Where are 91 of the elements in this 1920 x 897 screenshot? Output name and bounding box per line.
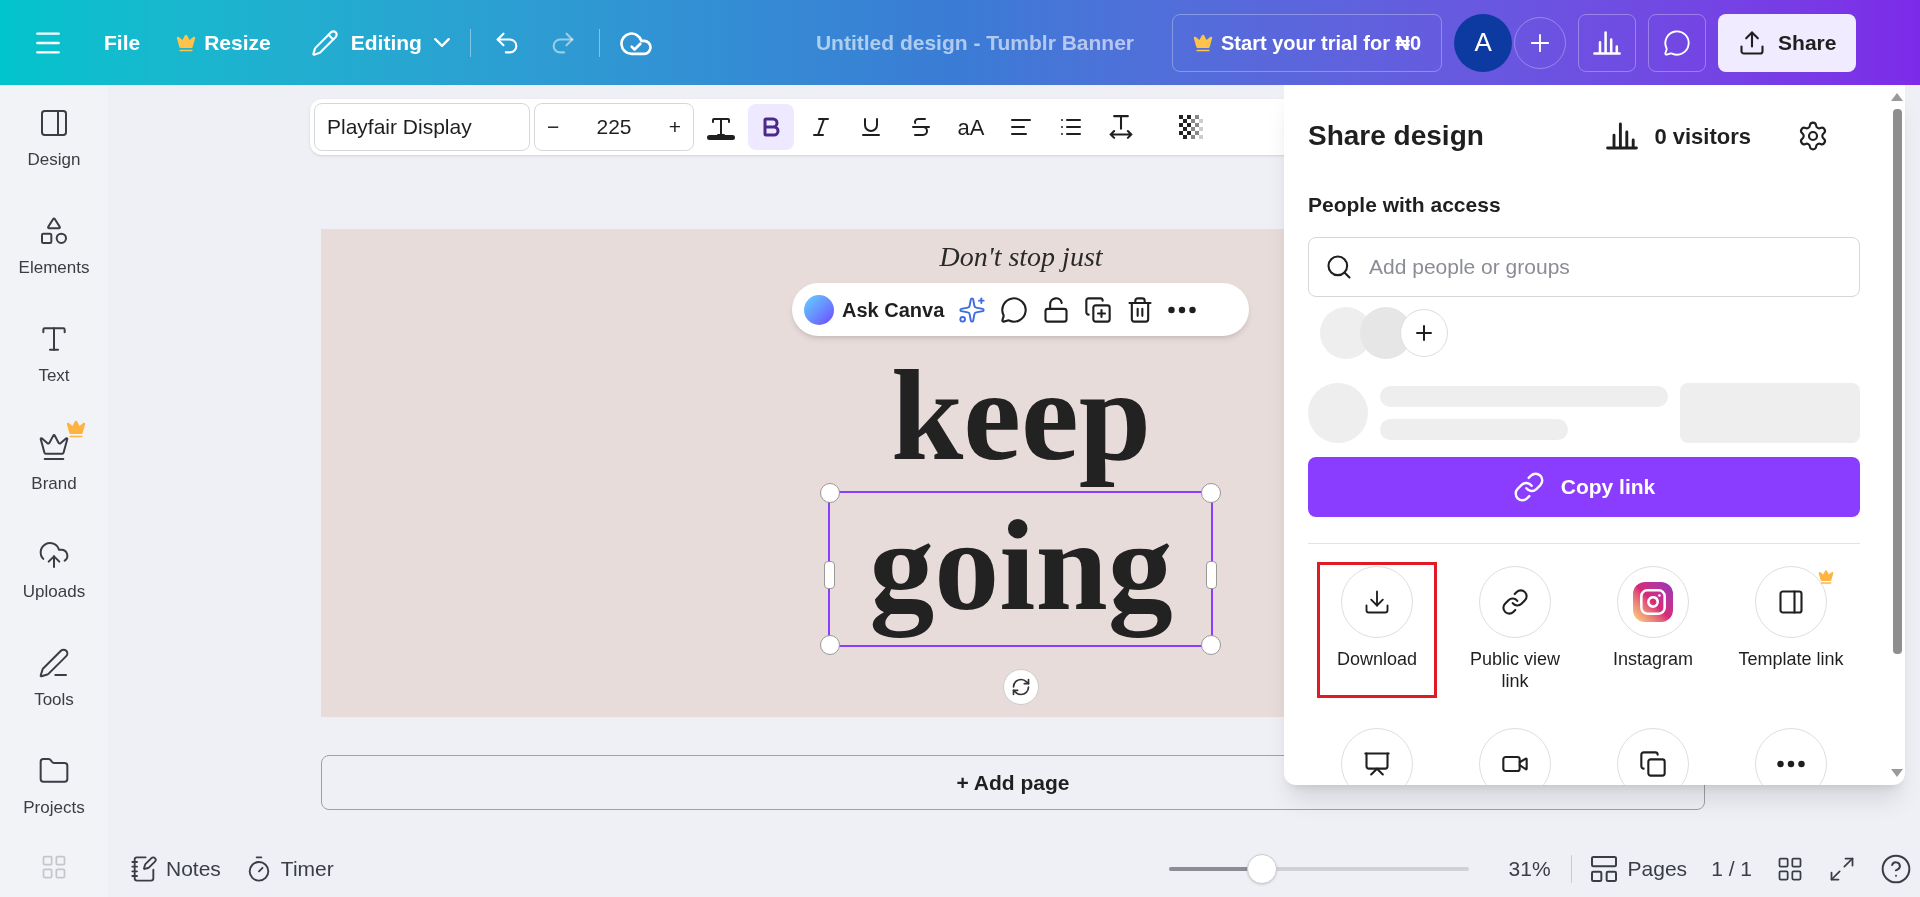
crown-icon: [176, 32, 197, 53]
decrease-size-button[interactable]: −: [547, 111, 560, 143]
link-icon: [1512, 470, 1545, 503]
grid-view-button[interactable]: [1776, 855, 1804, 883]
sidebar-item[interactable]: Projects: [0, 741, 108, 849]
share-option[interactable]: Instagram: [1593, 561, 1713, 698]
share-button[interactable]: Share: [1718, 13, 1857, 72]
speech-bubble-icon: [1000, 295, 1029, 324]
comment-add-button[interactable]: [1000, 295, 1029, 324]
add-person-button[interactable]: [1400, 308, 1448, 357]
strikethrough-icon: [909, 115, 933, 139]
speech-bubble-icon: [1663, 28, 1692, 57]
people-search-field[interactable]: Add people or groups: [1308, 236, 1860, 297]
panel-title: Share design: [1308, 119, 1484, 153]
canva-logo-icon: [804, 294, 834, 325]
page-count: 1 / 1: [1711, 856, 1752, 883]
section-heading: People with access: [1308, 192, 1502, 218]
underline-icon: [859, 115, 883, 139]
link-icon: [1501, 587, 1529, 616]
pencil-icon: [310, 28, 339, 57]
zoom-percentage[interactable]: 31%: [1508, 853, 1551, 885]
comment-button[interactable]: [1648, 13, 1707, 72]
sidebar-item[interactable]: Design: [0, 93, 108, 201]
share-option[interactable]: Download: [1317, 561, 1437, 698]
sidebar-item[interactable]: Text: [0, 309, 108, 417]
crown-icon: [1193, 32, 1213, 53]
checkerboard-icon: [1179, 115, 1203, 139]
more-button[interactable]: [1168, 305, 1197, 314]
font-size-value[interactable]: 225: [596, 111, 632, 143]
more-icon: [1168, 305, 1197, 314]
rotate-button[interactable]: [1003, 669, 1039, 705]
bar-chart-icon: [1606, 122, 1639, 150]
increase-size-button[interactable]: +: [668, 111, 681, 143]
bar-chart-icon: [1593, 30, 1622, 55]
heading-text[interactable]: keep going: [836, 341, 1206, 640]
trial-button[interactable]: Start your trial for ₦0: [1172, 13, 1443, 72]
panel-icon: [38, 107, 70, 139]
search-input[interactable]: Add people or groups: [1369, 250, 1843, 283]
settings-icon: [1797, 120, 1829, 152]
copy-link-button[interactable]: Copy link: [1308, 456, 1860, 517]
magic-edit-button[interactable]: [958, 295, 987, 324]
sidebar-item[interactable]: Brand: [0, 417, 108, 525]
unlocked-icon: [1042, 295, 1071, 324]
format-button[interactable]: [748, 104, 794, 150]
grid-icon: [1776, 855, 1804, 883]
visitors-button[interactable]: 0 visitors: [1606, 119, 1751, 153]
subtitle-text[interactable]: Don't stop just: [881, 239, 1161, 275]
sidebar-item[interactable]: Tools: [0, 633, 108, 741]
sidebar-item[interactable]: Elements: [0, 201, 108, 309]
lock-button[interactable]: [1042, 295, 1071, 324]
resize-handle[interactable]: [824, 561, 835, 589]
sidebar-item[interactable]: Uploads: [0, 525, 108, 633]
presentation-icon: [1363, 749, 1391, 778]
insights-button[interactable]: [1578, 13, 1637, 72]
spacing-icon: [1109, 115, 1133, 139]
chevron-down-icon: [433, 38, 450, 47]
cloud-upload-icon: [38, 539, 70, 571]
resize-handle[interactable]: [820, 483, 840, 503]
expand-icon: [1828, 855, 1856, 883]
more-icon: [1777, 759, 1805, 768]
timer-button[interactable]: Timer: [244, 853, 334, 885]
help-icon: [1880, 853, 1912, 885]
settings-button[interactable]: [1797, 120, 1829, 152]
zoom-slider-thumb[interactable]: [1246, 854, 1277, 884]
pages-button[interactable]: Pages: [1587, 853, 1688, 885]
help-button[interactable]: [1880, 853, 1912, 885]
instagram-icon: [1633, 581, 1673, 622]
notes-icon: [130, 855, 158, 883]
panel-icon: [1777, 587, 1805, 616]
resize-handle[interactable]: [820, 635, 840, 655]
rotate-icon: [1011, 677, 1031, 697]
case-button[interactable]: aA: [948, 104, 994, 150]
resize-handle[interactable]: [1206, 561, 1217, 589]
font-dropdown[interactable]: Playfair Display: [314, 103, 530, 151]
share-option[interactable]: Public view link: [1455, 561, 1575, 698]
sparkles-icon: [958, 295, 987, 324]
resize-handle[interactable]: [1201, 483, 1221, 503]
ask-canva-button[interactable]: Ask Canva: [804, 294, 945, 325]
duplicate-button[interactable]: [1084, 295, 1113, 324]
crown-outline-icon: [38, 431, 70, 463]
share-option[interactable]: Template link: [1731, 561, 1851, 698]
copy-icon: [1639, 749, 1667, 778]
apps-icon: [40, 853, 68, 881]
notes-button[interactable]: Notes: [130, 853, 221, 885]
pen-icon: [38, 647, 70, 679]
shapes-icon: [38, 215, 70, 247]
duplicate-icon: [1084, 295, 1113, 324]
search-icon: [1325, 252, 1353, 281]
avatar[interactable]: A: [1454, 13, 1513, 72]
resize-handle[interactable]: [1201, 635, 1221, 655]
fullscreen-button[interactable]: [1828, 855, 1856, 883]
